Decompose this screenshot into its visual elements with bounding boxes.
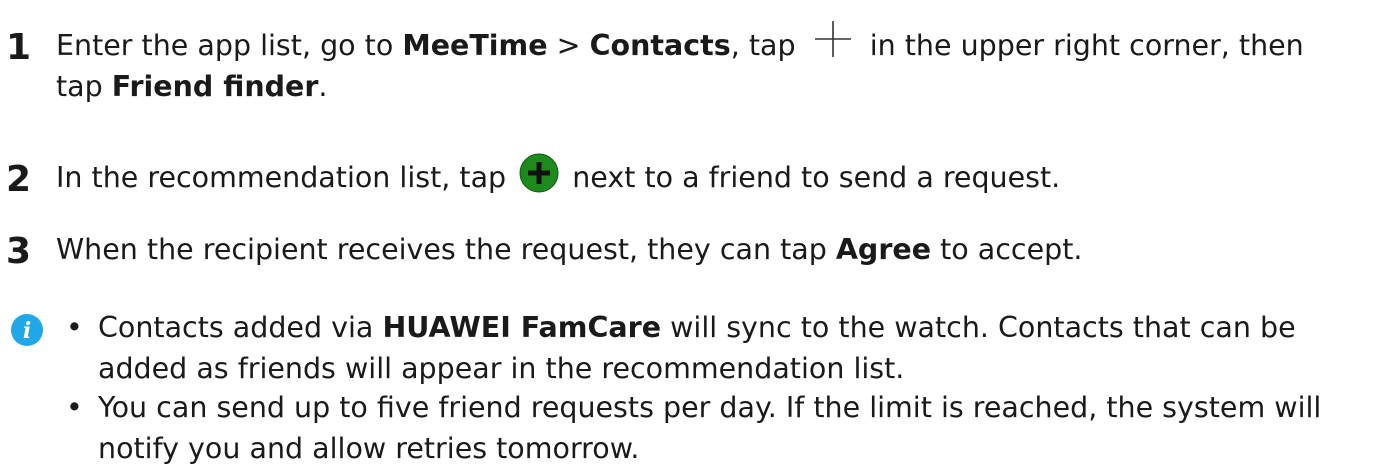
note-item-2: • You can send up to five friend request… bbox=[66, 387, 1358, 469]
note-item-1: • Contacts added via HUAWEI FamCare will… bbox=[66, 307, 1358, 389]
step-3: 3 When the recipient receives the reques… bbox=[0, 230, 1356, 274]
text: Contacts added via bbox=[98, 311, 383, 344]
text: Enter the app list, go to bbox=[56, 29, 403, 62]
bullet: • bbox=[66, 391, 83, 424]
text: to accept. bbox=[931, 233, 1083, 266]
text: > bbox=[547, 29, 590, 62]
info-icon: i bbox=[10, 313, 44, 347]
note-text: You can send up to five friend requests … bbox=[98, 387, 1358, 469]
step-text: Enter the app list, go to MeeTime > Cont… bbox=[56, 21, 1356, 107]
app-name-meetime: MeeTime bbox=[402, 29, 548, 62]
text: , tap bbox=[730, 29, 805, 62]
menu-contacts: Contacts bbox=[589, 29, 731, 62]
plus-icon bbox=[813, 19, 853, 59]
bullet: • bbox=[66, 311, 83, 344]
text: In the recommendation list, tap bbox=[56, 161, 516, 194]
svg-text:i: i bbox=[23, 318, 31, 344]
button-agree-label: Agree bbox=[835, 233, 932, 266]
app-name-famcare: HUAWEI FamCare bbox=[382, 311, 662, 344]
menu-friend-finder: Friend finder bbox=[111, 70, 319, 103]
text: You can send up to five friend requests … bbox=[98, 391, 1322, 465]
step-text: In the recommendation list, tap next to … bbox=[56, 153, 1356, 199]
note-text: Contacts added via HUAWEI FamCare will s… bbox=[98, 307, 1358, 389]
text: next to a friend to send a request. bbox=[563, 161, 1061, 194]
text: . bbox=[318, 70, 328, 103]
step-2: 2 In the recommendation list, tap next t… bbox=[0, 153, 1356, 202]
step-number: 2 bbox=[6, 159, 32, 200]
step-1: 1 Enter the app list, go to MeeTime > Co… bbox=[0, 21, 1356, 107]
step-number: 3 bbox=[6, 231, 32, 272]
step-text: When the recipient receives the request,… bbox=[56, 230, 1356, 270]
step-number: 1 bbox=[6, 27, 32, 68]
text: When the recipient receives the request,… bbox=[56, 233, 836, 266]
add-friend-icon bbox=[519, 153, 559, 193]
